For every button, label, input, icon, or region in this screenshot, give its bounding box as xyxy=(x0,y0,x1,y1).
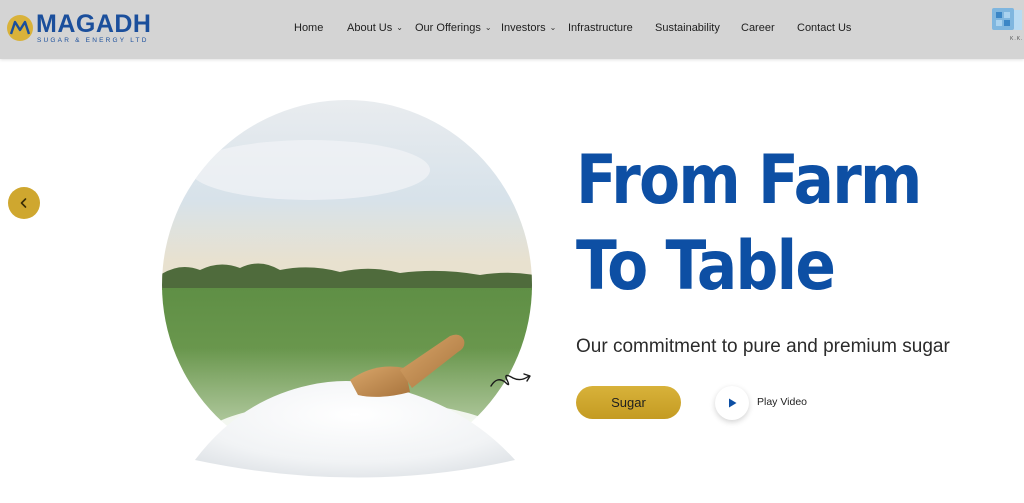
chevron-down-icon: ⌄ xyxy=(549,23,557,32)
chevron-left-icon xyxy=(20,198,27,208)
site-header: MAGADH SUGAR & ENERGY LTD Home About Us ⌄… xyxy=(0,0,1024,59)
nav-our-offerings-label: Our Offerings xyxy=(415,22,481,34)
logo-wordmark: MAGADH xyxy=(36,10,152,38)
nav-about-us-label: About Us xyxy=(347,22,393,34)
hero-title-line-2: To Table xyxy=(576,227,836,306)
play-video-label[interactable]: Play Video xyxy=(757,396,807,408)
nav-career-label: Career xyxy=(741,22,775,34)
hero-farm-sugar-image xyxy=(162,100,532,490)
nav-career[interactable]: Career xyxy=(741,20,775,36)
nav-investors[interactable]: Investors ⌄ xyxy=(501,20,556,36)
chevron-down-icon: ⌄ xyxy=(396,23,403,32)
logo-tagline: SUGAR & ENERGY LTD xyxy=(37,37,149,44)
hero-subtitle: Our commitment to pure and premium sugar xyxy=(576,336,950,357)
nav-sustainability-label: Sustainability xyxy=(655,22,720,34)
nav-home-label: Home xyxy=(294,22,324,34)
play-icon xyxy=(729,398,737,408)
nav-infrastructure-label: Infrastructure xyxy=(568,22,633,34)
brand-logo[interactable]: MAGADH SUGAR & ENERGY LTD xyxy=(6,10,156,46)
logo-mark-icon xyxy=(7,15,33,41)
squiggle-arrow-icon xyxy=(490,373,531,387)
play-video-button[interactable] xyxy=(715,386,749,420)
carousel-prev-button[interactable] xyxy=(8,187,40,219)
nav-contact-us[interactable]: Contact Us xyxy=(797,20,851,36)
partner-logo-label: K.K. xyxy=(1010,36,1024,42)
hero-title-line-1: From Farm xyxy=(576,141,922,220)
nav-our-offerings[interactable]: Our Offerings ⌄ xyxy=(415,20,492,36)
sugar-button[interactable]: Sugar xyxy=(576,386,681,419)
nav-infrastructure[interactable]: Infrastructure xyxy=(568,20,633,36)
nav-contact-us-label: Contact Us xyxy=(797,22,852,34)
nav-investors-label: Investors xyxy=(501,22,546,34)
nav-about-us[interactable]: About Us ⌄ xyxy=(347,20,403,36)
hero-title: From Farm To Table xyxy=(576,138,946,310)
chevron-down-icon: ⌄ xyxy=(484,23,492,32)
nav-sustainability[interactable]: Sustainability xyxy=(655,20,720,36)
nav-home[interactable]: Home xyxy=(294,20,323,36)
